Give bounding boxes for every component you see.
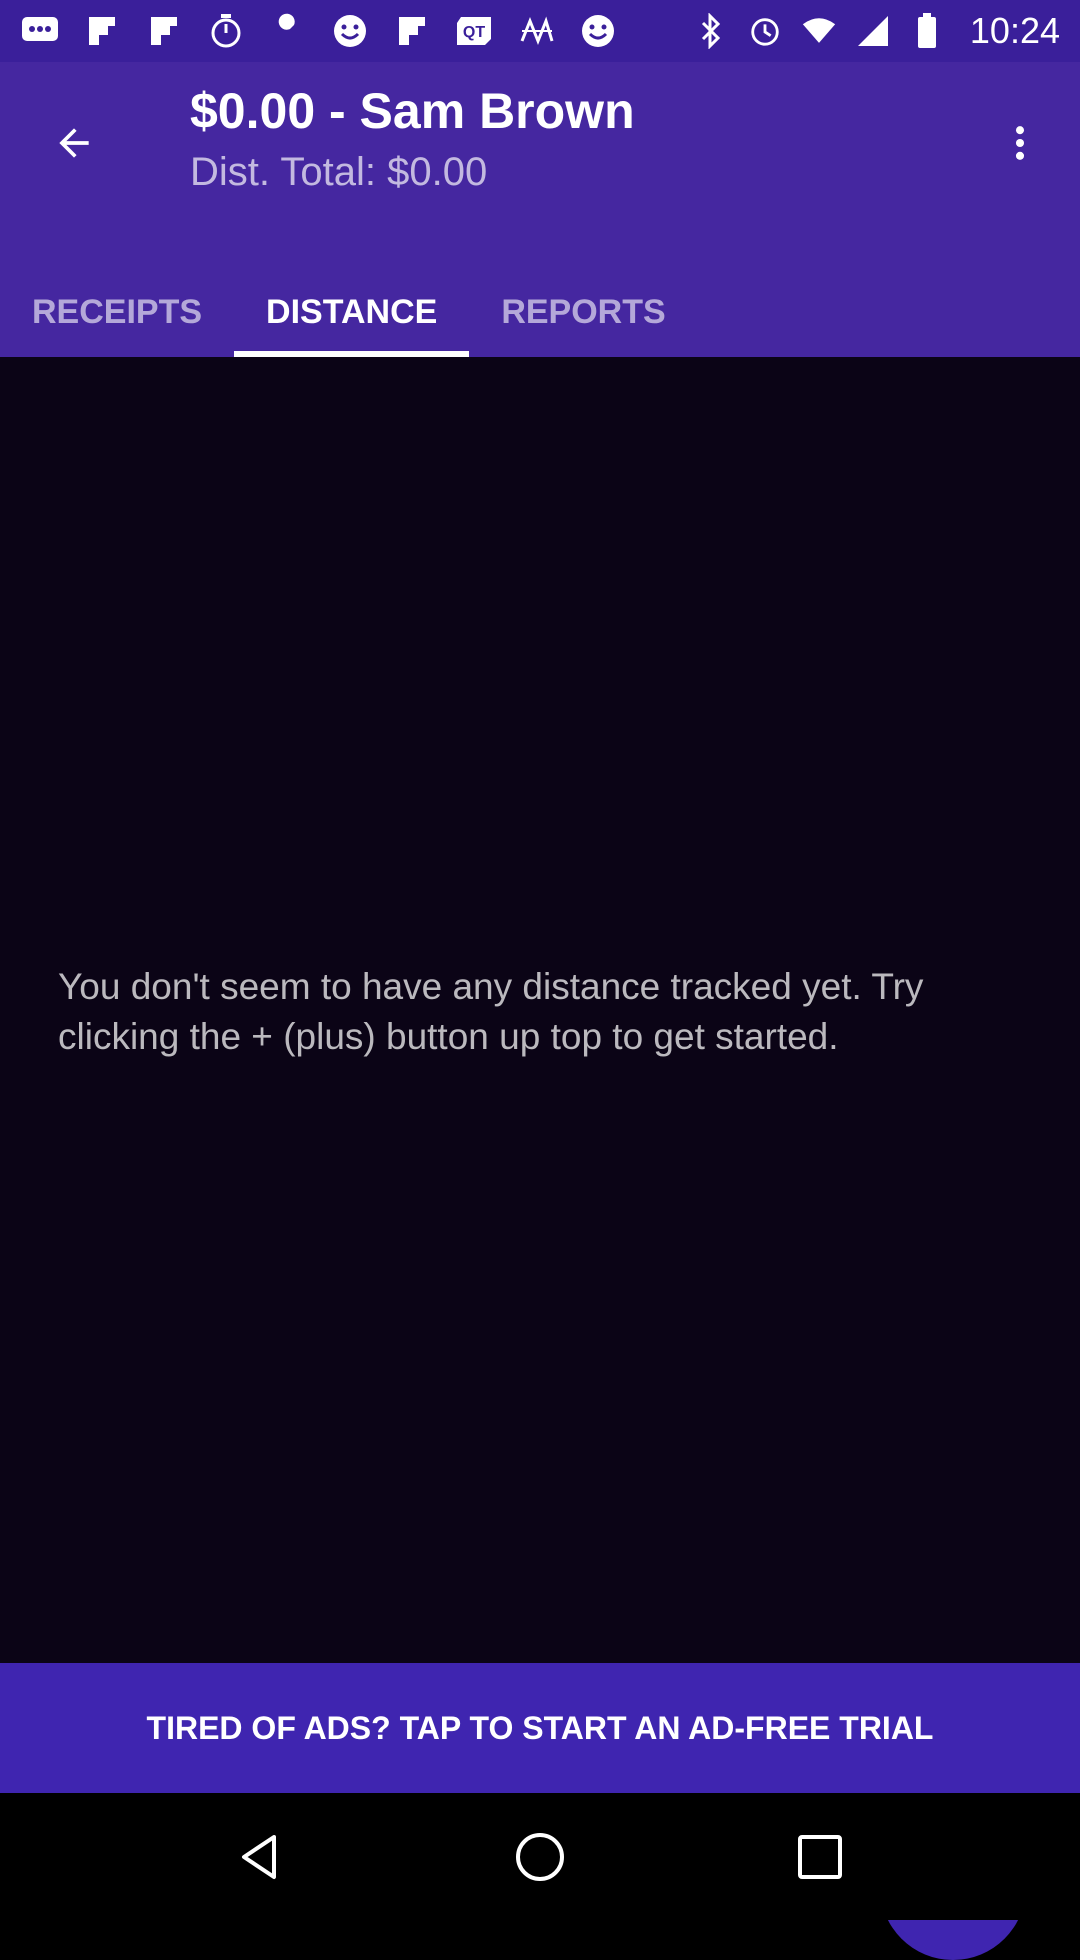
recents-square-icon [798, 1834, 842, 1879]
grid-app-icon [516, 11, 556, 51]
page-subtitle: Dist. Total: $0.00 [190, 150, 488, 194]
tab-distance[interactable]: DISTANCE [234, 267, 470, 357]
flipboard-icon [392, 11, 432, 51]
timer-icon [206, 11, 246, 51]
ad-free-trial-banner[interactable]: TIRED OF ADS? TAP TO START AN AD-FREE TR… [0, 1663, 1080, 1793]
tab-bar: RECEIPTS DISTANCE REPORTS [0, 267, 698, 357]
nav-recents-button[interactable] [770, 1807, 870, 1907]
empty-state-message: You don't seem to have any distance trac… [58, 966, 924, 1057]
alarm-icon [748, 11, 782, 51]
back-triangle-icon [242, 1834, 276, 1879]
more-options-button[interactable] [984, 107, 1056, 179]
arrow-back-icon [59, 128, 89, 158]
distance-content: You don't seem to have any distance trac… [0, 357, 1080, 1960]
system-status: 10:24 [694, 10, 1060, 51]
qt-icon: QT [454, 11, 494, 51]
svg-text:QT: QT [463, 24, 485, 41]
tab-reports[interactable]: REPORTS [469, 267, 697, 357]
page-title: $0.00 - Sam Brown [190, 83, 635, 139]
smiley-icon [578, 11, 618, 51]
flipboard-icon [144, 11, 184, 51]
nav-home-button[interactable] [490, 1807, 590, 1907]
back-button[interactable] [38, 107, 110, 179]
signal-icon [856, 11, 890, 51]
app-bar: $0.00 - Sam Brown Dist. Total: $0.00 REC… [0, 62, 1080, 357]
system-nav-bar [0, 1793, 1080, 1920]
clock: 10:24 [969, 10, 1060, 51]
bluetooth-icon [694, 11, 728, 51]
nav-back-button[interactable] [210, 1807, 310, 1907]
wifi-icon [802, 11, 836, 51]
tab-receipts[interactable]: RECEIPTS [0, 267, 234, 357]
status-bar: QT 10:24 [0, 0, 1080, 62]
chat-icon [20, 11, 60, 51]
notification-icons: QT [20, 11, 694, 51]
battery-icon [910, 11, 944, 51]
smiley-icon [330, 11, 370, 51]
flipboard-icon [82, 11, 122, 51]
home-circle-icon [516, 1832, 564, 1881]
wrench-icon [268, 11, 308, 51]
more-vert-icon [1015, 126, 1025, 160]
